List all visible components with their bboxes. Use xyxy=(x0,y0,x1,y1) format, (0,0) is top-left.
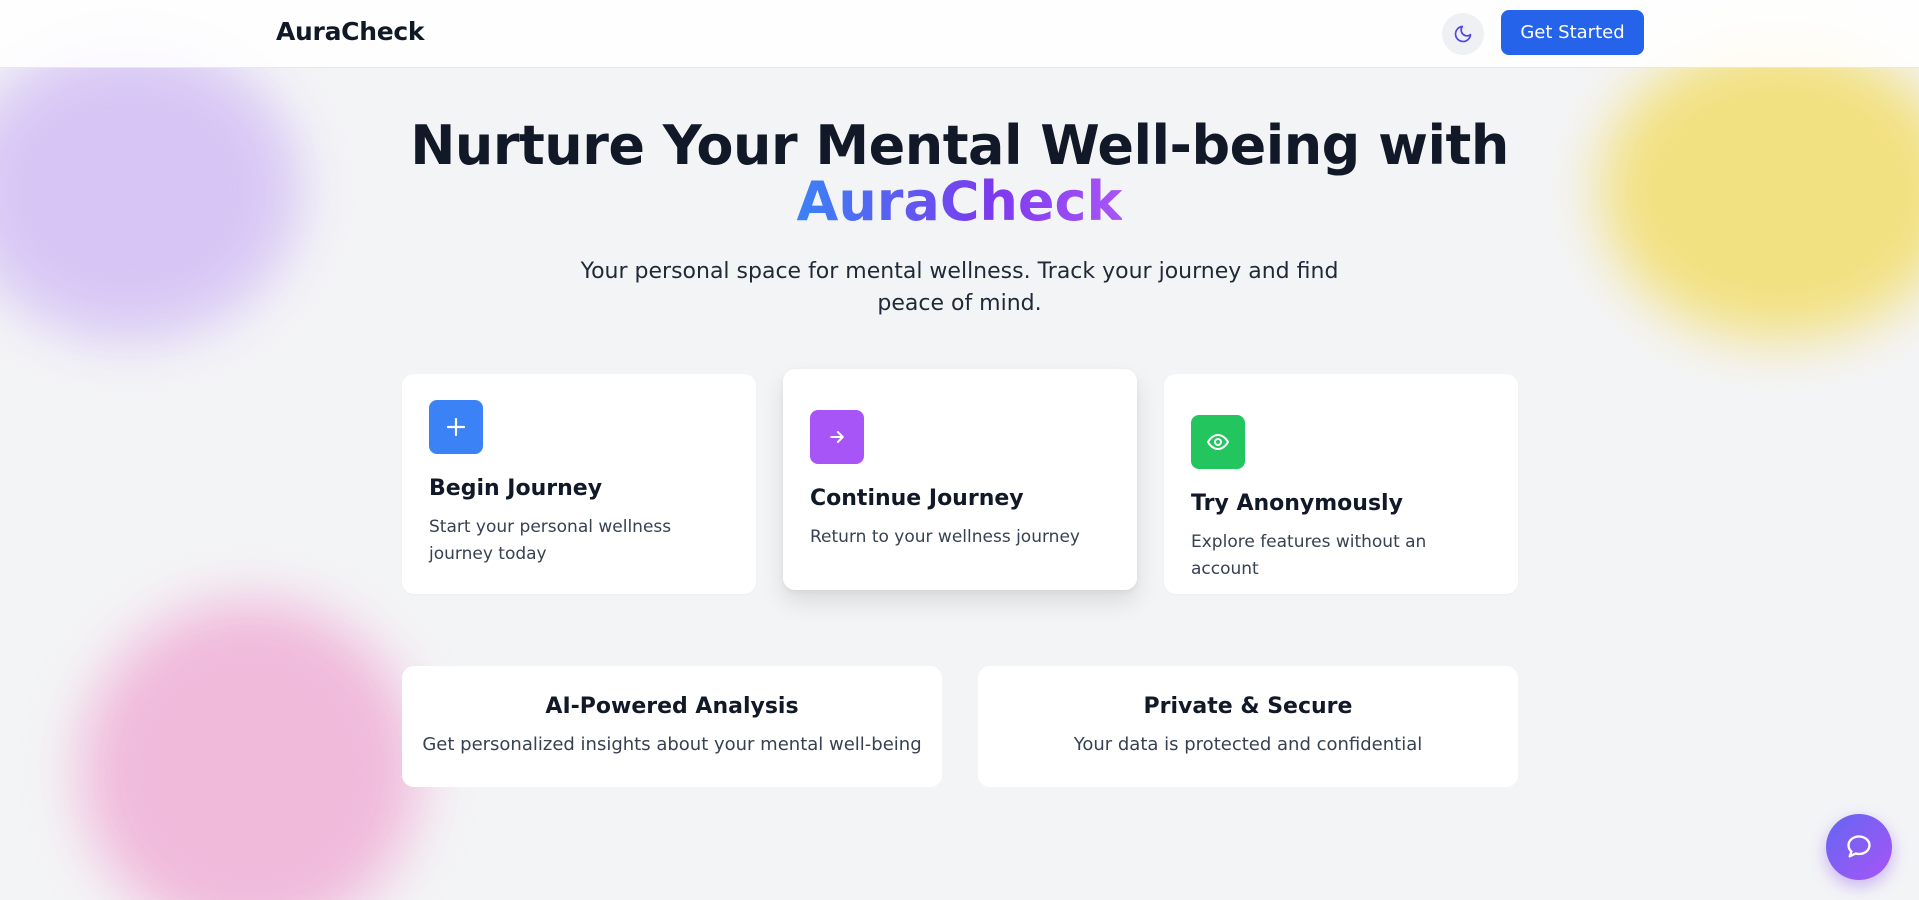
begin-journey-title: Begin Journey xyxy=(429,476,603,501)
feature-ai-analysis-description: Get personalized insights about your men… xyxy=(422,734,922,755)
top-navbar: AuraCheck Get Started xyxy=(0,0,1919,68)
continue-journey-card[interactable]: Continue Journey Return to your wellness… xyxy=(783,369,1137,590)
continue-journey-title: Continue Journey xyxy=(810,486,1024,511)
hero-title-brand: AuraCheck xyxy=(796,170,1123,233)
hero-section: Nurture Your Mental Well-being with Aura… xyxy=(0,118,1919,320)
feature-ai-analysis-title: AI-Powered Analysis xyxy=(545,694,799,719)
try-anonymously-card[interactable]: Try Anonymously Explore features without… xyxy=(1164,374,1518,594)
theme-toggle-button[interactable] xyxy=(1442,13,1484,55)
hero-subtitle: Your personal space for mental wellness.… xyxy=(580,259,1339,316)
continue-journey-description: Return to your wellness journey xyxy=(810,527,1080,547)
hero-title-line: Nurture Your Mental Well-being with xyxy=(410,114,1509,177)
begin-journey-description: Start your personal wellness journey tod… xyxy=(429,517,672,564)
begin-journey-icon-box xyxy=(429,400,483,454)
feature-private-secure-title: Private & Secure xyxy=(1143,694,1353,719)
try-anonymously-icon-box xyxy=(1191,415,1245,469)
continue-journey-icon-box xyxy=(810,410,864,464)
decorative-blob-pink xyxy=(80,600,420,900)
eye-icon xyxy=(1207,434,1229,450)
hero-title: Nurture Your Mental Well-being with Aura… xyxy=(0,118,1919,230)
plus-icon xyxy=(446,417,466,437)
feature-private-secure-card: Private & Secure Your data is protected … xyxy=(978,666,1518,787)
chat-bubble-icon xyxy=(1847,835,1871,858)
feature-ai-analysis-card: AI-Powered Analysis Get personalized ins… xyxy=(402,666,942,787)
landing-page: AuraCheck Get Started Nurture Your Menta… xyxy=(0,0,1919,900)
try-anonymously-title: Try Anonymously xyxy=(1191,491,1403,516)
brand-logo[interactable]: AuraCheck xyxy=(276,17,425,46)
arrow-right-icon xyxy=(830,431,844,443)
moon-icon xyxy=(1454,25,1472,43)
chat-button[interactable] xyxy=(1826,814,1892,880)
try-anonymously-description: Explore features without an account xyxy=(1191,532,1427,579)
begin-journey-card[interactable]: Begin Journey Start your personal wellne… xyxy=(402,374,756,594)
get-started-button[interactable]: Get Started xyxy=(1501,10,1644,55)
feature-private-secure-description: Your data is protected and confidential xyxy=(1073,734,1423,755)
